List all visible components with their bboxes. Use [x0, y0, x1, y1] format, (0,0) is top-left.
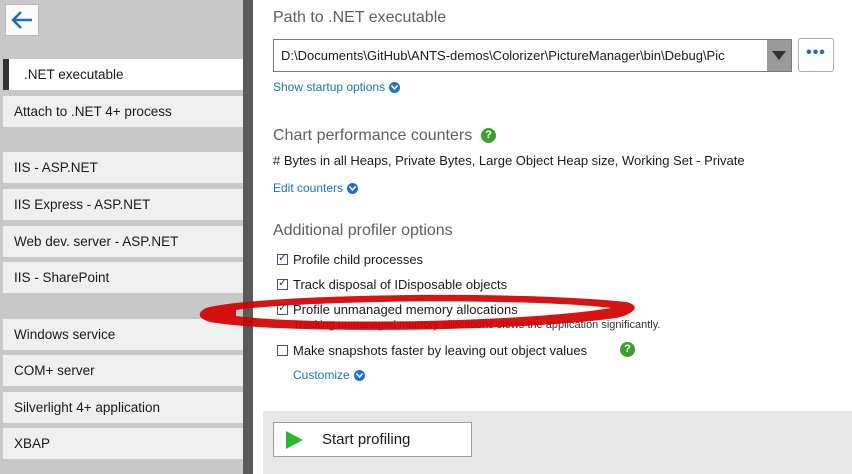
- browse-button[interactable]: •••: [798, 38, 834, 72]
- unmanaged-memory-note: Tracking unmanaged memory allocations sl…: [293, 319, 661, 331]
- sidebar-item-label: IIS Express - ASP.NET: [14, 197, 151, 212]
- back-button[interactable]: [5, 4, 39, 36]
- dropdown-triangle-icon: [772, 51, 786, 60]
- options-section-title: Additional profiler options: [273, 222, 453, 239]
- sidebar-item-label: Silverlight 4+ application: [14, 400, 160, 415]
- path-section-title: Path to .NET executable: [273, 9, 447, 26]
- sidebar-item-xbap[interactable]: XBAP: [3, 428, 243, 459]
- sidebar-item-silverlight[interactable]: Silverlight 4+ application: [3, 392, 243, 423]
- sidebar-item-web-dev-server[interactable]: Web dev. server - ASP.NET: [3, 226, 243, 257]
- option-track-disposal[interactable]: Track disposal of IDisposable objects: [277, 276, 508, 292]
- customize-link[interactable]: Customize: [293, 368, 365, 382]
- option-faster-snapshots[interactable]: Make snapshots faster by leaving out obj…: [277, 343, 587, 358]
- counters-section-title: Chart performance counters: [273, 127, 473, 144]
- executable-path-value: D:\Documents\GitHub\ANTS-demos\Colorizer…: [281, 48, 725, 63]
- option-profile-unmanaged-memory[interactable]: Profile unmanaged memory allocations: [277, 301, 518, 317]
- sidebar-item-iis-sharepoint[interactable]: IIS - SharePoint: [3, 262, 243, 293]
- sidebar-item-iis-aspnet[interactable]: IIS - ASP.NET: [3, 152, 243, 183]
- back-arrow-icon: [11, 11, 32, 29]
- option-label: Profile child processes: [293, 252, 424, 267]
- chevron-down-icon: [347, 182, 359, 194]
- path-dropdown-button[interactable]: [767, 40, 791, 71]
- edit-counters-link[interactable]: Edit counters: [273, 181, 359, 195]
- sidebar-item-label: Windows service: [14, 327, 116, 342]
- chevron-down-icon: [353, 369, 365, 381]
- sidebar-item-attach-process[interactable]: Attach to .NET 4+ process: [3, 96, 243, 127]
- option-label: Profile unmanaged memory allocations: [293, 302, 518, 317]
- sidebar-item-com-server[interactable]: COM+ server: [3, 355, 243, 386]
- sidebar: .NET executable Attach to .NET 4+ proces…: [0, 0, 253, 474]
- sidebar-item-label: IIS - ASP.NET: [14, 160, 98, 175]
- sidebar-item-label: IIS - SharePoint: [14, 270, 110, 285]
- link-label: Edit counters: [273, 181, 344, 195]
- sidebar-divider: [243, 0, 253, 474]
- option-label: Make snapshots faster by leaving out obj…: [293, 343, 588, 358]
- option-profile-child-processes[interactable]: Profile child processes: [277, 251, 424, 267]
- link-label: Customize: [293, 368, 350, 382]
- start-profiling-button[interactable]: Start profiling: [273, 422, 472, 457]
- executable-path-input[interactable]: D:\Documents\GitHub\ANTS-demos\Colorizer…: [273, 39, 792, 72]
- help-icon[interactable]: ?: [620, 342, 635, 357]
- checkbox[interactable]: [277, 345, 288, 356]
- sidebar-item-iis-express[interactable]: IIS Express - ASP.NET: [3, 189, 243, 220]
- show-startup-options-link[interactable]: Show startup options: [273, 80, 401, 94]
- play-icon: [286, 430, 303, 449]
- checkbox[interactable]: [277, 276, 288, 290]
- chevron-down-icon: [389, 81, 401, 93]
- sidebar-item-label: .NET executable: [24, 67, 124, 82]
- help-icon[interactable]: ?: [481, 128, 496, 143]
- sidebar-item-label: XBAP: [14, 436, 51, 451]
- sidebar-item-net-executable[interactable]: .NET executable: [3, 59, 253, 90]
- sidebar-item-windows-service[interactable]: Windows service: [3, 319, 243, 350]
- checkbox[interactable]: [277, 251, 288, 265]
- sidebar-item-label: Attach to .NET 4+ process: [14, 104, 172, 119]
- option-label: Track disposal of IDisposable objects: [293, 277, 508, 292]
- sidebar-item-label: COM+ server: [14, 363, 95, 378]
- start-profiling-label: Start profiling: [322, 431, 411, 448]
- counters-list: # Bytes in all Heaps, Private Bytes, Lar…: [273, 153, 745, 168]
- checkbox[interactable]: [277, 301, 288, 315]
- sidebar-item-label: Web dev. server - ASP.NET: [14, 234, 179, 249]
- link-label: Show startup options: [273, 80, 386, 94]
